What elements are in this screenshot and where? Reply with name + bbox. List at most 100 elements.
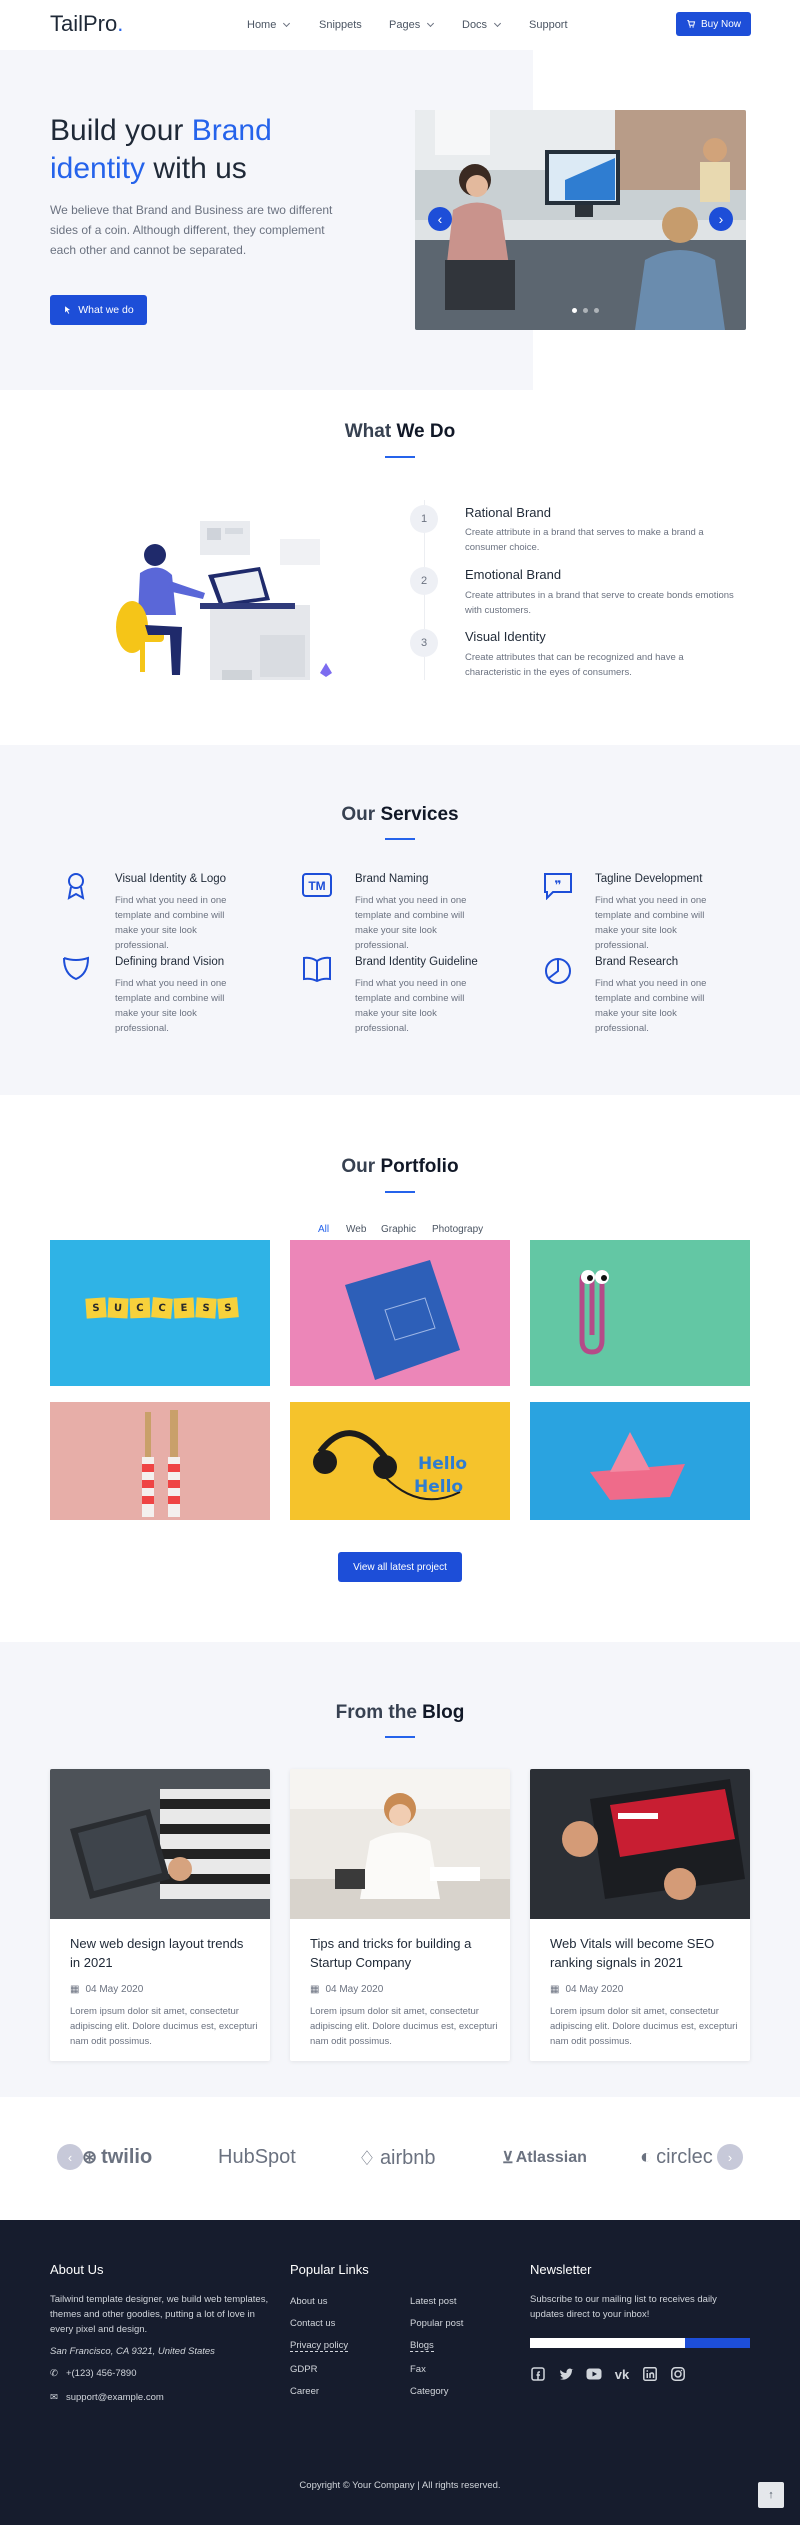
buy-now-button[interactable]: Buy Now	[676, 12, 751, 36]
notebook-photo	[345, 1260, 460, 1380]
slider-prev-button[interactable]: ‹	[428, 207, 452, 231]
nav-item-snippets[interactable]: Snippets	[319, 19, 362, 31]
client-logo-twilio: ⊛ twilio	[82, 2146, 153, 2168]
facebook-icon[interactable]	[530, 2366, 546, 2382]
footer-link[interactable]: Latest post	[410, 2296, 456, 2307]
what-we-do-button[interactable]: What we do	[50, 295, 147, 325]
chevron-down-icon	[494, 19, 502, 28]
copyright: Copyright © Your Company | All rights re…	[299, 2480, 501, 2491]
portfolio-item[interactable]	[290, 1240, 510, 1386]
footer-address: San Francisco, CA 9321, United States	[50, 2346, 215, 2357]
nav-item-support[interactable]: Support	[529, 19, 568, 31]
site-footer: About Us Tailwind template designer, we …	[0, 2220, 800, 2525]
service-description: Find what you need in one template and c…	[595, 978, 707, 1034]
shield-icon	[63, 956, 90, 980]
blog-post-excerpt: Lorem ipsum dolor sit amet, consectetur …	[70, 2006, 258, 2047]
filter-graphic[interactable]: Graphic	[381, 1224, 416, 1235]
client-logo-airbnb: ♢ airbnb	[358, 2147, 436, 2170]
footer-link[interactable]: Privacy policy	[290, 2340, 349, 2352]
hero-image-slider[interactable]: ‹ ›	[415, 110, 746, 330]
step-title: Emotional Brand	[465, 567, 562, 582]
blog-card[interactable]: New web design layout trends in 2021 ▦ 04…	[50, 1769, 270, 2061]
hello-text: Hello	[414, 1477, 464, 1497]
footer-link[interactable]: About us	[290, 2296, 328, 2307]
client-logo-hubspot: HubSpot	[218, 2146, 296, 2168]
step-number: 3	[410, 629, 438, 657]
social-links: vk	[530, 2366, 686, 2382]
slider-next-button[interactable]: ›	[709, 207, 733, 231]
step-number: 2	[410, 567, 438, 595]
slider-dot[interactable]	[594, 308, 599, 313]
blog-card[interactable]: Tips and tricks for building a Startup C…	[290, 1769, 510, 2061]
site-logo[interactable]: TailPro.	[50, 11, 123, 37]
nav-item-home[interactable]: Home	[247, 19, 291, 31]
step-number: 1	[410, 505, 438, 533]
vk-icon[interactable]: vk	[614, 2366, 630, 2382]
service-description: Find what you need in one template and c…	[355, 895, 467, 951]
portfolio-item[interactable]	[530, 1402, 750, 1520]
phone-icon: ✆	[50, 2368, 58, 2379]
blog-post-excerpt: Lorem ipsum dolor sit amet, consectetur …	[550, 2006, 738, 2047]
footer-link[interactable]: Career	[290, 2386, 319, 2397]
back-to-top-button[interactable]: ↑	[758, 2482, 784, 2508]
blog-title: From the Blog	[335, 1702, 465, 1723]
service-title: Tagline Development	[595, 873, 703, 885]
clients-prev-button[interactable]: ‹	[57, 2144, 83, 2170]
footer-link[interactable]: Blogs	[410, 2340, 434, 2352]
newsletter-subscribe-button[interactable]	[685, 2338, 750, 2348]
linkedin-icon[interactable]	[642, 2366, 658, 2382]
clients-next-button[interactable]: ›	[717, 2144, 743, 2170]
footer-about-text: Tailwind template designer, we build web…	[50, 2294, 269, 2335]
cursor-icon	[65, 306, 71, 314]
portfolio-item[interactable]	[50, 1402, 270, 1520]
footer-link[interactable]: Category	[410, 2386, 449, 2397]
service-title: Defining brand Vision	[115, 956, 225, 968]
paper-boat-photo	[590, 1432, 685, 1500]
footer-link[interactable]: Contact us	[290, 2318, 335, 2329]
footer-link[interactable]: Fax	[410, 2364, 426, 2375]
service-title: Brand Naming	[355, 873, 429, 885]
paperclip-photo	[579, 1270, 609, 1355]
slider-dot[interactable]	[572, 308, 577, 313]
youtube-icon[interactable]	[586, 2366, 602, 2382]
blog-post-title[interactable]: Tips and tricks for building a Startup C…	[310, 1934, 490, 1972]
calendar-icon: ▦	[310, 1984, 320, 1995]
service-title: Brand Identity Guideline	[355, 956, 478, 968]
blog-post-title[interactable]: Web Vitals will become SEO ranking signa…	[550, 1934, 730, 1972]
newsletter-email-input[interactable]	[530, 2338, 685, 2348]
blog-post-title[interactable]: New web design layout trends in 2021	[70, 1934, 250, 1972]
blog-image	[290, 1769, 510, 1919]
success-tiles: S U C C E S S	[85, 1297, 239, 1319]
hero-title: Build your Brand identity with us	[50, 114, 272, 185]
service-description: Find what you need in one template and c…	[355, 978, 467, 1034]
portfolio-item[interactable]	[530, 1240, 750, 1386]
blog-post-date: ▦ 04 May 2020	[550, 1984, 624, 1995]
site-header: TailPro. Home Snippets Pages Docs Suppor…	[0, 0, 800, 50]
what-we-do-title: What We Do	[344, 421, 456, 442]
footer-phone[interactable]: ✆ +(123) 456-7890	[50, 2368, 136, 2379]
slider-dot[interactable]	[583, 308, 588, 313]
atlassian-icon: ⊻	[502, 2150, 514, 2167]
portfolio-item[interactable]: Hello Hello	[290, 1402, 510, 1520]
filter-all[interactable]: All	[318, 1224, 329, 1235]
view-all-projects-button[interactable]: View all latest project	[338, 1552, 462, 1582]
footer-links-title: Popular Links	[290, 2262, 369, 2277]
nav-item-pages[interactable]: Pages	[389, 19, 435, 31]
footer-link[interactable]: Popular post	[410, 2318, 463, 2329]
section-underline	[385, 456, 415, 458]
filter-web[interactable]: Web	[346, 1224, 366, 1235]
blog-card[interactable]: Web Vitals will become SEO ranking signa…	[530, 1769, 750, 2061]
footer-email[interactable]: ✉ support@example.com	[50, 2392, 164, 2403]
portfolio-item[interactable]: S U C C E S S	[50, 1240, 270, 1386]
twitter-icon[interactable]	[558, 2366, 574, 2382]
instagram-icon[interactable]	[670, 2366, 686, 2382]
filter-photography[interactable]: Photograpy	[432, 1224, 483, 1235]
blog-post-date: ▦ 04 May 2020	[70, 1984, 144, 1995]
client-logo-circleci: ◐ circlec	[640, 2146, 713, 2168]
svg-text:TM: TM	[308, 879, 325, 893]
nav-item-docs[interactable]: Docs	[462, 19, 502, 31]
service-title: Brand Research	[595, 956, 679, 968]
step-description: Create attribute in a brand that serves …	[465, 527, 704, 553]
chevron-down-icon	[283, 19, 291, 28]
footer-link[interactable]: GDPR	[290, 2364, 317, 2375]
